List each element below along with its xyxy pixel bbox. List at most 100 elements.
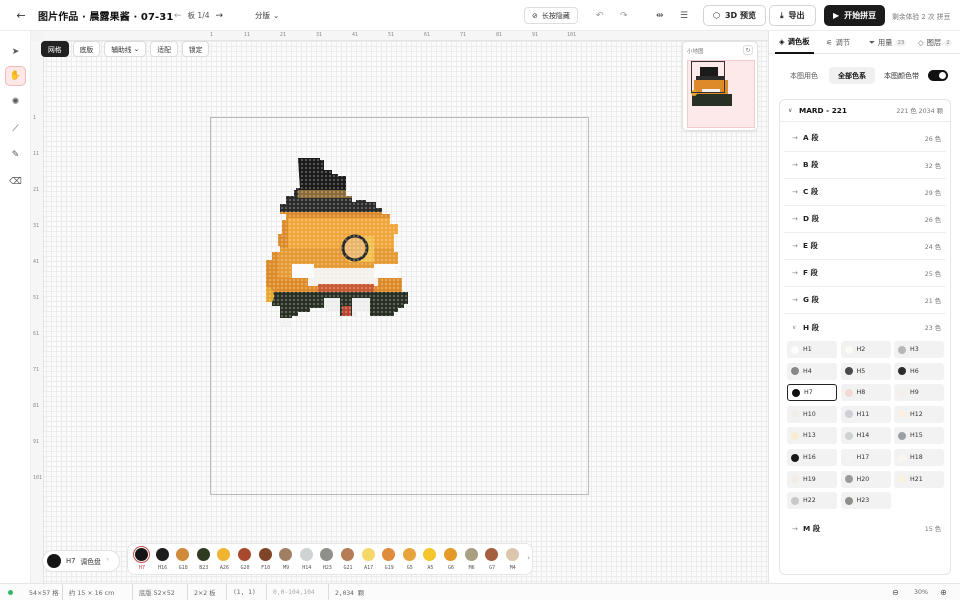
palette-color-g18[interactable]: G18 <box>173 547 193 574</box>
chevron-right-icon[interactable]: › <box>527 554 530 562</box>
zoom-out-icon[interactable]: ⊖ <box>892 584 899 600</box>
split-dropdown[interactable]: 分版 ⌄ <box>255 0 279 31</box>
color-chip-h4[interactable]: H4 <box>787 362 837 380</box>
base-board-chip[interactable]: 底版 <box>72 41 101 57</box>
palette-color-m4[interactable]: M4 <box>503 547 523 574</box>
color-chip-h21[interactable]: H21 <box>894 470 944 488</box>
mirror-icon[interactable]: ⇹ <box>656 0 664 31</box>
select-tool-icon[interactable]: ➤ <box>5 42 26 62</box>
color-chip-h16[interactable]: H16 <box>787 449 837 466</box>
grid-chip[interactable]: 网格 <box>41 41 69 57</box>
minimap-panel[interactable]: 小地图 ↻ <box>682 41 758 131</box>
line-tool-icon[interactable]: ⟋ <box>5 119 26 139</box>
redo-icon[interactable]: ↷ <box>620 0 628 31</box>
palette-color-g19[interactable]: G19 <box>379 547 399 574</box>
minimap-viewport-frame[interactable] <box>691 61 725 93</box>
tab-adjust[interactable]: ⚟ 调节 <box>826 31 850 54</box>
color-chip-h23[interactable]: H23 <box>840 492 891 510</box>
refresh-icon[interactable]: ↻ <box>743 45 753 55</box>
zoom-in-icon[interactable]: ⊕ <box>940 584 947 600</box>
segment-row[interactable]: → B 段 32 色 <box>784 152 946 179</box>
color-chip-h9[interactable]: H9 <box>894 384 944 402</box>
color-chip-h18[interactable]: H18 <box>894 449 944 466</box>
palette-color-h14[interactable]: H14 <box>297 547 317 574</box>
preview-3d-button[interactable]: ⬡ 3D 预览 <box>703 5 766 26</box>
prev-board-icon[interactable]: ← <box>174 11 182 21</box>
segment-row[interactable]: → A 段 26 色 <box>784 125 946 152</box>
color-chip-h1[interactable]: H1 <box>787 341 837 358</box>
lock-chip[interactable]: 锁定 <box>181 41 210 57</box>
minimap-preview[interactable] <box>687 60 755 128</box>
color-chip-h20[interactable]: H20 <box>840 470 891 488</box>
palette-color-m6[interactable]: M6 <box>462 547 482 574</box>
ruler-tick: 41 <box>33 259 40 265</box>
color-chip-h13[interactable]: H13 <box>787 427 837 445</box>
guides-chip[interactable]: 辅助线 ⌄ <box>104 41 147 57</box>
segment-row[interactable]: → G 段 21 色 <box>784 287 946 314</box>
color-code: H16 <box>803 454 816 461</box>
palette-color-a5[interactable]: A5 <box>420 547 440 574</box>
palette-color-b23[interactable]: B23 <box>194 547 214 574</box>
segment-row[interactable]: → C 段 29 色 <box>784 179 946 206</box>
tab-palette[interactable]: ◈ 调色板 <box>775 31 814 54</box>
color-chip-h12[interactable]: H12 <box>894 405 944 423</box>
canvas-area[interactable]: 1 11 21 31 41 51 61 71 81 91 101 1 11 21… <box>31 31 768 583</box>
color-chip-h19[interactable]: H19 <box>787 470 837 488</box>
color-chip-h14[interactable]: H14 <box>840 427 891 445</box>
palette-color-a26[interactable]: A26 <box>214 547 234 574</box>
color-band-toggle[interactable] <box>928 70 948 81</box>
hold-to-hide-button[interactable]: ⊘ 长按隐藏 <box>524 7 578 24</box>
palette-color-g7[interactable]: G7 <box>482 547 502 574</box>
segment-row[interactable]: → E 段 24 色 <box>784 233 946 260</box>
palette-color-a17[interactable]: A17 <box>359 547 379 574</box>
segment-row[interactable]: → D 段 26 色 <box>784 206 946 233</box>
tab-layers[interactable]: ◇ 图层 2 <box>918 31 952 54</box>
palette-color-g21[interactable]: G21 <box>338 547 358 574</box>
download-icon: ⤓ <box>780 10 784 20</box>
palette-color-g5[interactable]: G5 <box>400 547 420 574</box>
fit-chip[interactable]: 适配 <box>150 41 178 57</box>
eyedropper-icon[interactable]: ✎ <box>5 145 26 165</box>
export-button[interactable]: ⤓ 导出 <box>769 5 816 26</box>
magic-select-icon[interactable]: ✺ <box>5 92 26 112</box>
palette-color-h16[interactable]: H16 <box>153 547 173 574</box>
palette-color-h7[interactable]: H7 <box>132 547 152 574</box>
color-chip-h22[interactable]: H22 <box>787 492 837 510</box>
eraser-icon[interactable]: ⌫ <box>5 172 26 192</box>
segment-all-colors[interactable]: 全部色系 <box>829 67 875 84</box>
palette-color-h23[interactable]: H23 <box>317 547 337 574</box>
color-chip-h15[interactable]: H15 <box>894 427 944 445</box>
segment-image-colors[interactable]: 本图用色 <box>785 67 823 84</box>
segment-row[interactable]: ∨ H 段 23 色 <box>784 314 946 341</box>
align-center-icon[interactable]: ☰ <box>680 0 688 31</box>
color-chip-h10[interactable]: H10 <box>787 405 837 423</box>
horizontal-ruler: 1 11 21 31 41 51 61 71 81 91 101 <box>44 31 768 41</box>
segment-count: 21 色 <box>924 297 941 305</box>
start-beading-button[interactable]: ▶ 开始拼豆 <box>824 5 886 26</box>
color-chip-h5[interactable]: H5 <box>840 362 891 380</box>
palette-color-g6[interactable]: G6 <box>441 547 461 574</box>
palette-color-g20[interactable]: G20 <box>235 547 255 574</box>
palette-button[interactable]: H7 调色盘 ⌝ <box>42 550 120 572</box>
ruler-tick: 91 <box>33 439 40 445</box>
brand-header[interactable]: ∨ MARD - 221 221 色 2034 颗 <box>780 100 950 122</box>
ruler-tick: 81 <box>496 32 503 38</box>
segment-row[interactable]: → F 段 25 色 <box>784 260 946 287</box>
palette-color-m9[interactable]: M9 <box>276 547 296 574</box>
bead-artwork-image[interactable] <box>248 158 448 367</box>
color-swatch <box>464 548 478 561</box>
tab-usage[interactable]: ⏷ 用量 23 <box>869 31 907 54</box>
color-chip-h17[interactable]: H17 <box>840 449 891 466</box>
undo-icon[interactable]: ↶ <box>596 0 604 31</box>
back-button[interactable]: ← <box>12 0 30 31</box>
color-chip-h2[interactable]: H2 <box>840 341 891 358</box>
segment-row-m[interactable]: → M 段 15 色 <box>784 515 946 542</box>
hand-tool-icon[interactable]: ✋ <box>5 66 26 86</box>
color-chip-h7[interactable]: H7 <box>787 384 837 402</box>
palette-color-f10[interactable]: F10 <box>256 547 276 574</box>
next-board-icon[interactable]: → <box>216 11 224 21</box>
color-chip-h11[interactable]: H11 <box>840 405 891 423</box>
color-chip-h8[interactable]: H8 <box>840 384 891 402</box>
color-chip-h3[interactable]: H3 <box>894 341 944 358</box>
color-chip-h6[interactable]: H6 <box>894 362 944 380</box>
